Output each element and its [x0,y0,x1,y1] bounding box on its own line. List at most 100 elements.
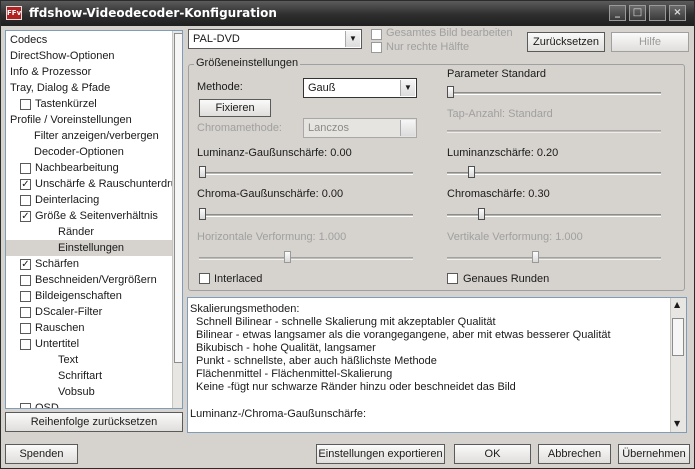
minimize-icon[interactable]: _ [609,5,626,21]
tree-scroll-thumb[interactable] [174,33,182,363]
sidebar-item[interactable]: Decoder-Optionen [34,144,124,160]
sidebar-item-checkbox[interactable]: ✓ [20,259,31,270]
sidebar-item-label: Text [58,354,79,366]
param-slider[interactable] [447,86,454,98]
sidebar-item[interactable]: Tray, Dialog & Pfade [10,80,110,96]
sidebar-item[interactable]: OSD [20,400,59,408]
sidebar-item-label: DScaler-Filter [35,306,103,318]
v-warp-slider[interactable] [531,251,539,263]
chroma-sharp-slider[interactable] [478,208,486,220]
sidebar-item-checkbox[interactable] [20,163,31,174]
whole-image-checkbox[interactable] [371,29,382,40]
scroll-up-icon[interactable]: ▲ [674,300,680,309]
sidebar-item-label: Bildeigenschaften [35,290,122,302]
luma-sharp-slider[interactable] [467,166,475,178]
sidebar-item-label: OSD [35,402,59,409]
right-half-checkbox[interactable] [371,42,382,53]
sidebar-item[interactable]: Rauschen [20,320,85,336]
chroma-gauss-slider[interactable] [199,208,206,220]
window-title: ffdshow-Videodecoder-Konfiguration [29,6,277,20]
sidebar-item[interactable]: Schriftart [58,368,102,384]
v-warp-label: Vertikale Verformung: 1.000 [447,231,583,243]
sidebar-item-checkbox[interactable] [20,403,31,408]
interlaced-checkbox[interactable] [199,273,210,284]
ok-button[interactable]: OK [454,444,531,464]
chroma-method-dropdown[interactable]: Lanczos [303,118,417,138]
sidebar-item[interactable]: Text [58,352,78,368]
sidebar-item-label: Codecs [10,34,48,46]
sidebar-item[interactable]: Codecs [10,32,47,48]
sidebar-item[interactable]: Info & Prozessor [10,64,91,80]
sidebar-item-checkbox[interactable]: ✓ [20,179,31,190]
sidebar-item-label: Filter anzeigen/verbergen [34,130,159,142]
chevron-down-icon: ▼ [400,80,415,96]
size-settings-title: Größeneinstellungen [194,57,301,69]
sidebar-item-label: Schriftart [58,370,103,382]
sidebar-item-checkbox[interactable] [20,339,31,350]
help-button[interactable]: Hilfe [611,32,689,52]
description-scroll-thumb[interactable] [672,318,684,356]
sidebar-item-label: Untertitel [35,338,80,350]
chevron-down-icon: ▼ [345,31,360,47]
sidebar-item[interactable]: Deinterlacing [20,192,99,208]
reset-order-button[interactable]: Reihenfolge zurücksetzen [5,412,183,432]
sidebar-item[interactable]: ✓ Unschärfe & Rauschunterdrü [20,176,177,192]
method-dropdown[interactable]: Gauß ▼ [303,78,417,98]
sidebar-item[interactable]: Einstellungen [6,240,172,256]
sidebar-item-checkbox[interactable] [20,275,31,286]
description-scrollbar[interactable]: ▲ ▼ [670,298,686,432]
sidebar-item[interactable]: Ränder [58,224,94,240]
sidebar-item-label: Beschneiden/Vergrößern [35,274,157,286]
apply-button[interactable]: Übernehmen [618,444,690,464]
sidebar-item[interactable]: Beschneiden/Vergrößern [20,272,157,288]
preset-value: PAL-DVD [193,33,240,45]
export-settings-button[interactable]: Einstellungen exportieren [316,444,445,464]
cancel-button[interactable]: Abbrechen [538,444,611,464]
description-textbox[interactable]: Skalierungsmethoden: Schnell Bilinear - … [187,297,687,433]
scroll-down-icon[interactable]: ▼ [674,419,680,428]
h-warp-slider[interactable] [283,251,291,263]
accurate-round-checkbox[interactable] [447,273,458,284]
title-bar[interactable]: FFv ffdshow-Videodecoder-Konfiguration _… [1,1,694,26]
param-title: Parameter Standard [447,68,547,80]
sidebar-item[interactable]: DScaler-Filter [20,304,102,320]
sidebar-item-checkbox[interactable] [20,291,31,302]
chroma-gauss-label: Chroma-Gaußunschärfe: 0.00 [197,188,344,200]
sidebar-item-checkbox[interactable]: ✓ [20,211,31,222]
tap-count-label: Tap-Anzahl: Standard [447,108,553,120]
luma-gauss-label: Luminanz-Gaußunschärfe: 0.00 [197,147,352,159]
v-warp-track [447,257,661,260]
h-warp-label: Horizontale Verformung: 1.000 [197,231,347,243]
luma-gauss-slider[interactable] [199,166,206,178]
sidebar-item[interactable]: Nachbearbeitung [20,160,119,176]
sidebar-item[interactable]: DirectShow-Optionen [10,48,115,64]
sidebar-item[interactable]: Profile / Voreinstellungen [10,112,132,128]
sidebar-item[interactable]: Tastenkürzel [20,96,97,112]
sidebar-item-checkbox[interactable] [20,99,31,110]
sidebar-item-label: Größe & Seitenverhältnis [35,210,158,222]
sidebar-item[interactable]: ✓ Schärfen [20,256,79,272]
info-line: Keine -fügt nur schwarze Ränder hinzu od… [196,381,516,393]
settings-tree[interactable]: Codecs DirectShow-Optionen Info & Prozesso… [5,30,183,409]
tree-scrollbar[interactable] [172,31,182,408]
sidebar-item[interactable]: ✓ Größe & Seitenverhältnis [20,208,158,224]
reset-button[interactable]: Zurücksetzen [527,32,605,52]
luma-sharp-track [447,172,661,175]
chroma-method-value: Lanczos [308,122,349,134]
sidebar-item-checkbox[interactable] [20,323,31,334]
maximize-icon[interactable]: □ [629,5,646,21]
chroma-method-label: Chromamethode: [197,122,282,134]
close-icon[interactable]: × [669,5,686,21]
sidebar-item-checkbox[interactable] [20,195,31,206]
sidebar-item[interactable]: Untertitel [20,336,79,352]
sidebar-item[interactable]: Filter anzeigen/verbergen [34,128,159,144]
preset-dropdown[interactable]: PAL-DVD ▼ [188,29,362,49]
restore-icon[interactable] [649,5,666,21]
sidebar-item[interactable]: Vobsub [58,384,95,400]
sidebar-item-label: Nachbearbeitung [35,162,119,174]
sidebar-item-checkbox[interactable] [20,307,31,318]
sidebar-item[interactable]: Bildeigenschaften [20,288,122,304]
donate-button[interactable]: Spenden [5,444,78,464]
fix-button[interactable]: Fixieren [199,99,271,117]
sidebar-item-label: Ränder [58,226,95,238]
